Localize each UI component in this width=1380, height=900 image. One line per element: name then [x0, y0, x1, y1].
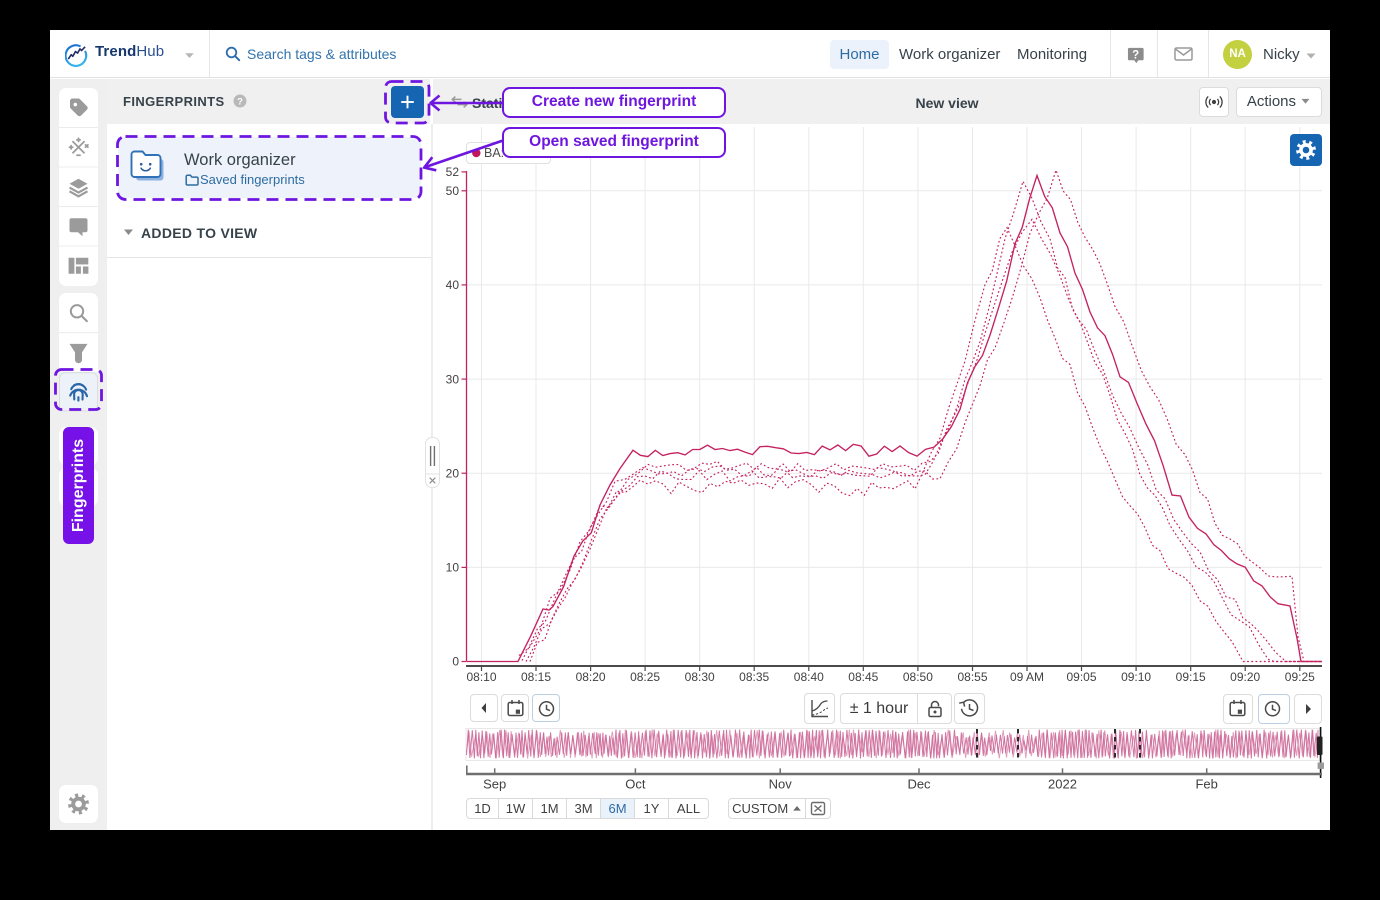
svg-text:08:35: 08:35	[739, 670, 769, 684]
svg-text:08:50: 08:50	[903, 670, 933, 684]
svg-text:08:55: 08:55	[957, 670, 987, 684]
svg-text:Nov: Nov	[769, 777, 793, 792]
svg-text:Oct: Oct	[625, 777, 646, 792]
svg-text:20: 20	[446, 466, 460, 480]
svg-text:08:45: 08:45	[848, 670, 878, 684]
svg-text:08:20: 08:20	[576, 670, 606, 684]
svg-text:Feb: Feb	[1195, 777, 1217, 792]
svg-text:08:25: 08:25	[630, 670, 660, 684]
svg-text:?: ?	[237, 96, 243, 107]
svg-text:30: 30	[446, 372, 460, 386]
svg-text:10: 10	[446, 561, 460, 575]
svg-text:0: 0	[452, 655, 459, 669]
svg-text:Dec: Dec	[907, 777, 931, 792]
svg-text:2022: 2022	[1048, 777, 1077, 792]
svg-text:40: 40	[446, 278, 460, 292]
svg-text:09:20: 09:20	[1230, 670, 1260, 684]
svg-text:09:15: 09:15	[1176, 670, 1206, 684]
svg-text:09 AM: 09 AM	[1010, 670, 1044, 684]
svg-text:Sep: Sep	[483, 777, 506, 792]
svg-text:09:10: 09:10	[1121, 670, 1151, 684]
svg-text:08:30: 08:30	[685, 670, 715, 684]
svg-text:08:15: 08:15	[521, 670, 551, 684]
svg-text:08:10: 08:10	[466, 670, 496, 684]
svg-text:?: ?	[1132, 49, 1139, 61]
svg-text:09:25: 09:25	[1285, 670, 1315, 684]
svg-text:08:40: 08:40	[794, 670, 824, 684]
svg-text:09:05: 09:05	[1066, 670, 1096, 684]
